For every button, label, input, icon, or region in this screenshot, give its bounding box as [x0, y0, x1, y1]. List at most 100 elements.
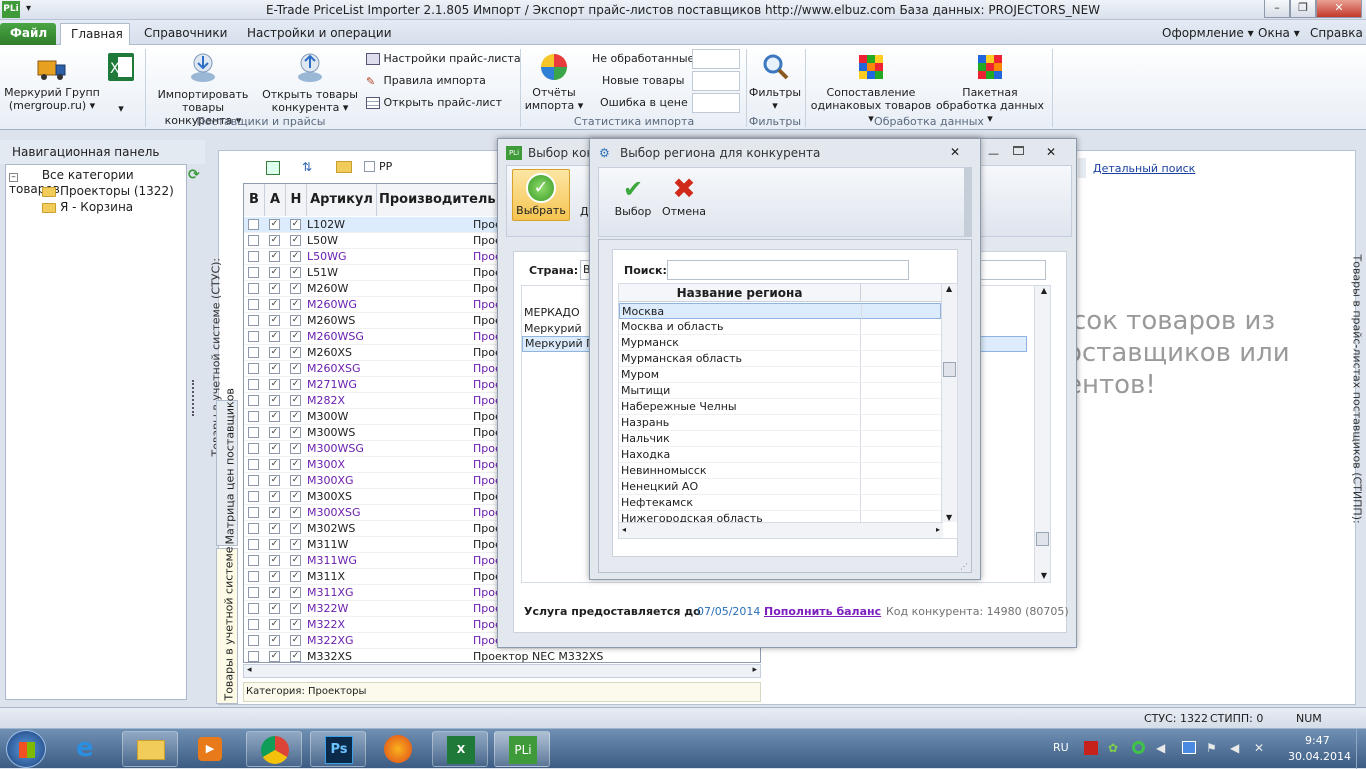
row-checkbox-v[interactable]: [248, 411, 259, 422]
row-checkbox-n[interactable]: ✓: [290, 619, 301, 630]
row-checkbox-n[interactable]: ✓: [290, 603, 301, 614]
row-checkbox-v[interactable]: [248, 475, 259, 486]
row-checkbox-v[interactable]: [248, 395, 259, 406]
tray-speaker-icon[interactable]: ◀: [1156, 741, 1165, 755]
row-checkbox-v[interactable]: [248, 251, 259, 262]
tab-price-matrix[interactable]: Матрица цен поставщиков: [216, 388, 238, 546]
row-checkbox-v[interactable]: [248, 539, 259, 550]
row-checkbox-a[interactable]: ✓: [269, 299, 280, 310]
competitor-close-icon[interactable]: ✕: [1046, 145, 1056, 159]
col-header-n[interactable]: Н: [286, 184, 307, 216]
row-checkbox-v[interactable]: [248, 267, 259, 278]
row-checkbox-a[interactable]: ✓: [269, 251, 280, 262]
tray-flag-icon[interactable]: ⚑: [1206, 741, 1217, 755]
row-checkbox-v[interactable]: [248, 427, 259, 438]
scroll-down-icon[interactable]: ▼: [946, 513, 952, 522]
filters-button[interactable]: Фильтры ▾: [748, 51, 802, 112]
row-checkbox-n[interactable]: ✓: [290, 411, 301, 422]
competitor-minimize-button[interactable]: —: [988, 147, 999, 160]
scroll-left-icon[interactable]: ◂: [622, 525, 626, 534]
list-item[interactable]: МЕРКАДО: [524, 306, 580, 319]
start-button[interactable]: [6, 730, 46, 768]
row-checkbox-n[interactable]: ✓: [290, 475, 301, 486]
pricelist-settings-button[interactable]: Настройки прайс-листа: [366, 52, 521, 66]
row-checkbox-v[interactable]: [248, 219, 259, 230]
excel-export-button[interactable]: X ▾: [104, 51, 138, 115]
d-button-label[interactable]: Д: [580, 205, 589, 218]
competitor-maximize-button[interactable]: [1013, 146, 1024, 155]
region-column-header[interactable]: Название региона: [619, 284, 861, 302]
grid-hscrollbar[interactable]: ◂ ▸: [243, 664, 761, 678]
row-checkbox-n[interactable]: ✓: [290, 315, 301, 326]
row-checkbox-n[interactable]: ✓: [290, 507, 301, 518]
region-hscrollbar[interactable]: ◂ ▸: [619, 522, 943, 538]
row-checkbox-a[interactable]: ✓: [269, 363, 280, 374]
row-checkbox-a[interactable]: ✓: [269, 539, 280, 550]
taskbar-firefox[interactable]: [370, 731, 426, 767]
row-checkbox-v[interactable]: [248, 331, 259, 342]
row-checkbox-n[interactable]: ✓: [290, 395, 301, 406]
refresh-icon[interactable]: ⟳: [188, 167, 204, 183]
row-checkbox-a[interactable]: ✓: [269, 411, 280, 422]
region-close-icon[interactable]: ✕: [950, 145, 960, 159]
scroll-left-icon[interactable]: ◂: [247, 665, 252, 675]
row-checkbox-v[interactable]: [248, 235, 259, 246]
collapse-icon[interactable]: –: [9, 173, 18, 182]
export-icon[interactable]: [266, 161, 280, 175]
row-checkbox-a[interactable]: ✓: [269, 283, 280, 294]
row-checkbox-a[interactable]: ✓: [269, 443, 280, 454]
region-row[interactable]: Ненецкий АО: [619, 479, 941, 495]
region-vscrollbar[interactable]: ▲ ▼: [941, 284, 957, 522]
row-checkbox-a[interactable]: ✓: [269, 347, 280, 358]
row-checkbox-n[interactable]: ✓: [290, 347, 301, 358]
row-checkbox-a[interactable]: ✓: [269, 619, 280, 630]
region-row[interactable]: Находка: [619, 447, 941, 463]
batch-button[interactable]: Пакетная обработка данных ▾: [934, 51, 1046, 125]
scroll-right-icon[interactable]: ▸: [936, 525, 940, 534]
tab-home[interactable]: Главная: [60, 23, 130, 45]
region-row[interactable]: Нальчик: [619, 431, 941, 447]
row-checkbox-n[interactable]: ✓: [290, 651, 301, 662]
row-checkbox-a[interactable]: ✓: [269, 651, 280, 662]
region-row[interactable]: Набережные Челны: [619, 399, 941, 415]
row-checkbox-v[interactable]: [248, 283, 259, 294]
region-row-selected[interactable]: Москва: [619, 303, 941, 319]
clock-date[interactable]: 30.04.2014: [1288, 750, 1351, 763]
tab-accounting-goods[interactable]: Товары в учетной системе: [216, 546, 238, 704]
taskbar-photoshop[interactable]: Ps: [310, 731, 366, 767]
row-checkbox-n[interactable]: ✓: [290, 459, 301, 470]
row-checkbox-v[interactable]: [248, 459, 259, 470]
row-checkbox-n[interactable]: ✓: [290, 555, 301, 566]
row-checkbox-a[interactable]: ✓: [269, 395, 280, 406]
region-row[interactable]: Нефтекамск: [619, 495, 941, 511]
region-row[interactable]: Мурманская область: [619, 351, 941, 367]
taskbar-chrome[interactable]: [246, 731, 302, 767]
tab-settings[interactable]: Настройки и операции: [237, 23, 402, 45]
top-up-balance-link[interactable]: Пополнить баланс: [764, 605, 881, 618]
row-checkbox-v[interactable]: [248, 491, 259, 502]
resize-grip-icon[interactable]: ⋰: [960, 562, 968, 571]
region-row[interactable]: Муром: [619, 367, 941, 383]
col-header-article[interactable]: Артикул: [307, 184, 377, 216]
row-checkbox-n[interactable]: ✓: [290, 571, 301, 582]
supplier-button[interactable]: Меркурий Групп (mergroup.ru) ▾: [4, 55, 100, 112]
row-checkbox-n[interactable]: ✓: [290, 251, 301, 262]
row-checkbox-n[interactable]: ✓: [290, 299, 301, 310]
reports-button[interactable]: Отчёты импорта ▾: [524, 51, 584, 112]
region-row[interactable]: Мытищи: [619, 383, 941, 399]
open-competitor-button[interactable]: Открыть товары конкурента ▾: [262, 51, 358, 114]
row-checkbox-v[interactable]: [248, 619, 259, 630]
tree-node-projectors[interactable]: Проекторы (1322): [42, 184, 174, 198]
row-checkbox-v[interactable]: [248, 299, 259, 310]
scroll-right-icon[interactable]: ▸: [752, 665, 757, 675]
clock-time[interactable]: 9:47: [1305, 734, 1330, 747]
row-checkbox-n[interactable]: ✓: [290, 635, 301, 646]
row-checkbox-a[interactable]: ✓: [269, 507, 280, 518]
row-checkbox-a[interactable]: ✓: [269, 379, 280, 390]
tray-network-icon[interactable]: [1182, 741, 1196, 754]
row-checkbox-n[interactable]: ✓: [290, 587, 301, 598]
row-checkbox-a[interactable]: ✓: [269, 459, 280, 470]
row-checkbox-a[interactable]: ✓: [269, 475, 280, 486]
row-checkbox-v[interactable]: [248, 635, 259, 646]
row-checkbox-a[interactable]: ✓: [269, 267, 280, 278]
